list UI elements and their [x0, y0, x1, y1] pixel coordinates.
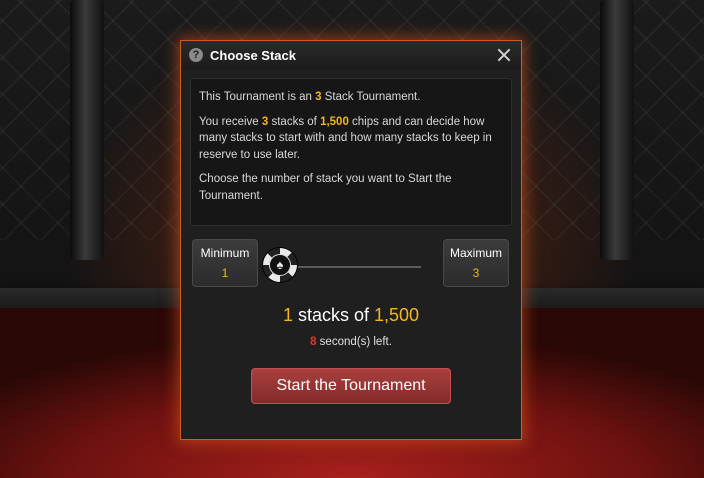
minimum-value: 1 [221, 266, 229, 280]
chip-amount-highlight: 1,500 [320, 115, 349, 128]
close-icon[interactable] [495, 46, 513, 64]
countdown-text: second(s) left. [316, 336, 392, 348]
background-pillar-left [70, 0, 104, 260]
info-line-3: Choose the number of stack you want to S… [199, 173, 452, 202]
minimum-label: Minimum [200, 246, 250, 260]
selected-stack-count: 1 [282, 305, 293, 325]
choose-stack-dialog: ? Choose Stack This Tournament is an 3 S… [180, 40, 522, 440]
help-icon[interactable]: ? [189, 48, 203, 62]
maximum-value: 3 [472, 266, 480, 280]
slider-handle-chip[interactable]: ♠ [263, 248, 297, 282]
dialog-title: Choose Stack [210, 47, 296, 63]
maximum-label: Maximum [449, 246, 502, 260]
countdown-timer: 8 second(s) left. [181, 336, 521, 348]
minimum-box[interactable]: Minimum 1 [192, 239, 258, 287]
info-text: You receive [199, 115, 262, 128]
summary-text: stacks of [292, 305, 374, 325]
slider-track[interactable] [277, 266, 421, 268]
info-text: This Tournament is an [199, 91, 316, 103]
maximum-box[interactable]: Maximum 3 [443, 239, 509, 287]
start-tournament-button[interactable]: Start the Tournament [251, 368, 451, 404]
info-text: stacks of [268, 115, 321, 128]
info-line-2: You receive 3 stacks of 1,500 chips and … [199, 114, 503, 164]
stack-slider-row: Minimum 1 ♠ Maximum 3 [181, 239, 521, 291]
selected-stacks-summary: 1 stacks of 1,500 [181, 305, 521, 326]
background-pillar-right [600, 0, 634, 260]
dialog-titlebar: ? Choose Stack [181, 41, 521, 69]
tournament-info-panel: This Tournament is an 3 Stack Tournament… [190, 78, 512, 226]
chips-per-stack: 1,500 [374, 305, 420, 325]
info-text: Stack Tournament. [321, 91, 421, 103]
info-line-1: This Tournament is an 3 Stack Tournament… [199, 89, 503, 106]
spade-icon: ♠ [269, 254, 291, 276]
